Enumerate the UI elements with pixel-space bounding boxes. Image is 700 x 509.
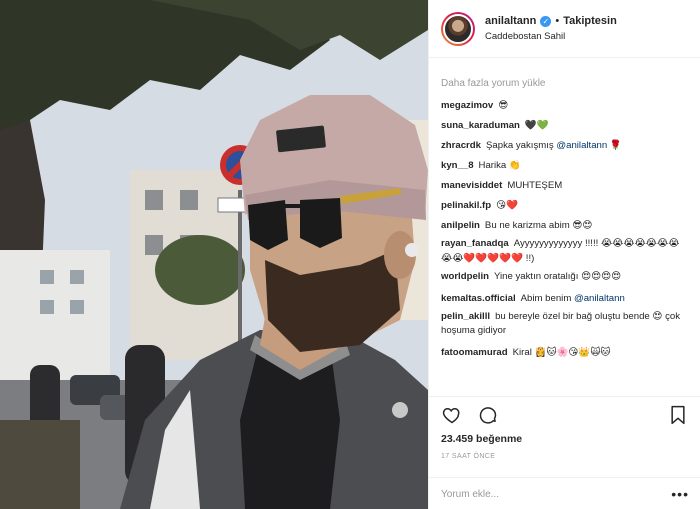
- location-link[interactable]: Caddebostan Sahil: [485, 31, 617, 42]
- comment-item: rayan_fanadqa Ayyyyyyyyyyyyy !!!!! 😭😭😭😭😭😭…: [441, 237, 689, 266]
- comment-username[interactable]: suna_karaduman: [441, 120, 520, 131]
- comment-item: pelin_akilll bu bereyle özel bir bağ oluş…: [441, 310, 689, 339]
- comment-username[interactable]: pelin_akilll: [441, 311, 490, 322]
- comment-username[interactable]: rayan_fanadqa: [441, 238, 509, 249]
- comment-username[interactable]: worldpelin: [441, 271, 489, 282]
- comment-item: anilpelin Bu ne karizma abim 😎😍: [441, 216, 689, 235]
- more-options-icon[interactable]: •••: [671, 486, 689, 502]
- post-photo[interactable]: [0, 0, 428, 509]
- comment-username[interactable]: zhracrdk: [441, 140, 481, 151]
- likes-count[interactable]: 23.459 beğenme: [429, 427, 700, 445]
- add-comment-input[interactable]: [441, 488, 641, 500]
- post-timestamp: 17 SAAT ÖNCE: [441, 453, 496, 460]
- comment-item: pelinakil.fp 😘❤️: [441, 196, 689, 215]
- comment-text: Şapka yakışmış: [486, 140, 554, 151]
- comment-text: 😘❤️: [496, 200, 519, 211]
- avatar[interactable]: [441, 11, 475, 46]
- verified-badge-icon: ✓: [540, 15, 552, 27]
- comment-text: MUHTEŞEM: [507, 180, 563, 191]
- comments-list: Daha fazla yorum yükle megazimov 😎 suna_k…: [429, 58, 700, 396]
- separator: •: [555, 14, 560, 27]
- bookmark-icon[interactable]: [667, 404, 689, 426]
- comment-item: kyn__8 Harika 👏: [441, 156, 689, 175]
- comment-username[interactable]: fatoomamurad: [441, 347, 508, 358]
- comment-item: zhracrdk Şapka yakışmış @anilaltann 🌹: [441, 136, 689, 155]
- comment-text: Yine yaktın oratalığı 😍😍😍😍: [493, 271, 622, 282]
- action-bar: [429, 397, 700, 427]
- comment-mention[interactable]: @anilaltann: [556, 140, 607, 151]
- load-more-comments-link[interactable]: Daha fazla yorum yükle: [441, 78, 689, 89]
- comment-mention[interactable]: @anilaltann: [574, 293, 625, 304]
- heart-outline-icon[interactable]: [441, 404, 463, 426]
- comment-username[interactable]: kemaltas.official: [441, 293, 516, 304]
- comment-text: Abim benim: [520, 292, 572, 304]
- post-side-panel: anilaltann ✓ • Takiptesin Caddebostan Sa…: [428, 0, 700, 509]
- comment-username[interactable]: kyn__8: [441, 160, 474, 171]
- comment-bubble-icon[interactable]: [477, 404, 499, 426]
- comment-text: Bu ne karizma abim 😎😍: [484, 220, 593, 231]
- instagram-post: anilaltann ✓ • Takiptesin Caddebostan Sa…: [0, 0, 700, 509]
- comment-item: megazimov 😎: [441, 96, 689, 115]
- comment-item: kemaltas.official Abim benim @anilaltann: [441, 289, 689, 308]
- comment-text: Kiral 👸🐱🌸😘👑🙀🐱: [512, 346, 611, 358]
- post-header: anilaltann ✓ • Takiptesin Caddebostan Sa…: [429, 0, 700, 58]
- comment-username[interactable]: anilpelin: [441, 220, 480, 231]
- photo-illustration: [0, 0, 428, 509]
- comment-username[interactable]: megazimov: [441, 100, 493, 111]
- comment-text: Harika 👏: [478, 160, 521, 171]
- comment-username[interactable]: manevisiddet: [441, 180, 502, 191]
- comment-username[interactable]: pelinakil.fp: [441, 200, 491, 211]
- comment-item: worldpelin Yine yaktın oratalığı 😍😍😍😍: [441, 270, 689, 285]
- comment-text: 🖤💚: [524, 120, 549, 131]
- comment-item: fatoomamurad Kiral 👸🐱🌸😘👑🙀🐱: [441, 343, 689, 362]
- comment-text: 😎: [498, 100, 509, 111]
- comment-item: manevisiddet MUHTEŞEM: [441, 176, 689, 195]
- post-actions-section: 23.459 beğenme 17 SAAT ÖNCE •••: [429, 396, 700, 509]
- header-row: anilaltann ✓ • Takiptesin: [485, 15, 617, 28]
- comment-item: suna_karaduman 🖤💚: [441, 116, 689, 135]
- comment-text-after: 🌹: [607, 140, 622, 151]
- follow-status-button[interactable]: Takiptesin: [563, 15, 617, 28]
- header-username[interactable]: anilaltann: [485, 15, 536, 28]
- add-comment-bar: •••: [429, 477, 700, 509]
- header-info: anilaltann ✓ • Takiptesin Caddebostan Sa…: [485, 15, 617, 43]
